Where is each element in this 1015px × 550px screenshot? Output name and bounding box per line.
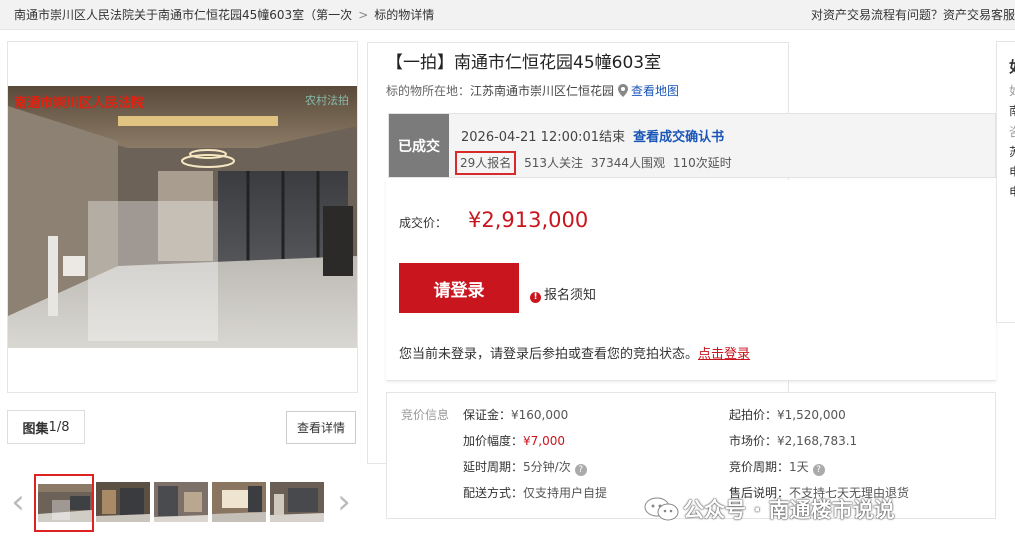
thumb-next-icon[interactable]: ›: [332, 484, 356, 520]
login-message: 您当前未登录，请登录后参拍或查看您的竞拍状态。点击登录: [399, 343, 750, 362]
main-photo[interactable]: 南通市崇川区人民法院 农村法拍: [8, 86, 357, 348]
top-bar: 南通市崇川区人民法院关于南通市仁恒花园45幢603室（第一次 > 标的物详情 对资产…: [0, 0, 1015, 30]
market-price-row: 市场价：¥2,168,783.1: [729, 432, 857, 449]
end-time: 2026-04-21 12:00:01结束 查看成交确认书: [461, 126, 724, 145]
breadcrumb: 南通市崇川区人民法院关于南通市仁恒花园45幢603室（第一次 > 标的物详情: [14, 6, 434, 23]
court-card-line: 电: [1009, 163, 1015, 180]
sale-price-value: ¥2,913,000: [468, 208, 589, 232]
listing-title: 【一拍】南通市仁恒花园45幢603室: [386, 53, 662, 73]
bid-period-label: 竞价周期：: [729, 460, 790, 474]
gallery-counter-label: 图集: [22, 421, 49, 437]
delay-period-label: 延时周期：: [463, 460, 524, 474]
breadcrumb-separator: >: [358, 8, 369, 22]
watermark-text: 公众号 · 南通楼市说说: [683, 498, 895, 522]
view-map-link[interactable]: 查看地图: [631, 84, 679, 98]
market-price-label: 市场价：: [729, 434, 778, 448]
sale-price-label: 成交价：: [399, 216, 448, 230]
deposit-value: ¥160,000: [511, 408, 569, 422]
viewers-count: 37344人围观: [590, 156, 666, 170]
start-price-label: 起拍价：: [729, 408, 778, 422]
court-card-line: 南: [1009, 102, 1015, 119]
alert-icon: !: [530, 292, 541, 303]
court-card-line: 电: [1009, 183, 1015, 200]
bid-period-value: 1天: [789, 460, 809, 474]
thumbnail-1[interactable]: [34, 474, 94, 532]
delivery-row: 配送方式：仅支持用户自提: [463, 484, 607, 501]
delivery-value: 仅支持用户自提: [523, 486, 608, 500]
increment-label: 加价幅度：: [463, 434, 524, 448]
delivery-label: 配送方式：: [463, 486, 524, 500]
court-card-line: 如: [1009, 82, 1015, 99]
court-card-heading: 如: [1009, 56, 1015, 77]
view-details-button[interactable]: 查看详情: [286, 411, 356, 444]
help-link[interactable]: 对资产交易流程有问题？资产交易客服: [811, 6, 1015, 23]
court-card-line: 苏: [1009, 143, 1015, 160]
login-button[interactable]: 请登录: [399, 263, 519, 313]
auction-stats: 29人报名 513人关注 37344人围观 110次延时: [455, 151, 732, 175]
end-time-text: 2026-04-21 12:00:01结束: [461, 130, 626, 145]
delay-period-row: 延时周期：5分钟/次?: [463, 458, 587, 476]
market-price-value: ¥2,168,783.1: [777, 434, 858, 448]
followers-count: 513人关注: [524, 156, 584, 170]
photo-watermark-logo: 农村法拍: [305, 94, 349, 107]
status-badge: 已成交: [389, 114, 449, 177]
start-price-row: 起拍价：¥1,520,000: [729, 406, 846, 423]
bid-period-row: 竞价周期：1天?: [729, 458, 825, 476]
gallery-counter-value: 1/8: [48, 419, 70, 435]
thumbnail-5[interactable]: [270, 482, 324, 522]
registered-count: 29人报名: [455, 151, 517, 175]
breadcrumb-item-detail: 标的物详情: [374, 8, 435, 22]
thumb-prev-icon[interactable]: ‹: [6, 484, 30, 520]
registration-notice-link[interactable]: ! 报名须知: [530, 284, 596, 303]
wechat-watermark: 公众号 · 南通楼市说说: [643, 494, 895, 524]
help-icon[interactable]: ?: [574, 464, 587, 476]
registration-notice-label: 报名须知: [544, 288, 597, 303]
bid-info-title: 竞价信息: [401, 408, 450, 422]
help-icon[interactable]: ?: [812, 464, 825, 476]
start-price-value: ¥1,520,000: [777, 408, 846, 422]
court-contact-card: 如 如 南 咨 苏 电 电: [996, 41, 1015, 323]
login-message-text: 您当前未登录，请登录后参拍或查看您的竞拍状态。: [399, 347, 699, 362]
court-card-line: 咨: [1009, 123, 1015, 140]
deposit-row: 保证金：¥160,000: [463, 406, 568, 423]
thumbnail-4[interactable]: [212, 482, 266, 522]
location-value: 江苏南通市崇川区仁恒花园: [470, 84, 615, 98]
auction-status-box: 已成交 2026-04-21 12:00:01结束 查看成交确认书 29人报名 5…: [388, 113, 996, 178]
thumbnail-2[interactable]: [96, 482, 150, 522]
increment-row: 加价幅度：¥7,000: [463, 432, 565, 449]
increment-value: ¥7,000: [523, 434, 566, 448]
click-login-link[interactable]: 点击登录: [698, 347, 750, 362]
sale-card: 成交价： ¥2,913,000 请登录 ! 报名须知 您当前未登录，请登录后参拍或…: [386, 180, 996, 381]
gallery: 南通市崇川区人民法院 农村法拍: [7, 41, 358, 393]
view-confirmation-link[interactable]: 查看成交确认书: [633, 130, 724, 145]
map-pin-icon: [618, 84, 629, 97]
breadcrumb-item-court[interactable]: 南通市崇川区人民法院关于南通市仁恒花园45幢603室（第一次: [14, 8, 352, 22]
deposit-label: 保证金：: [463, 408, 512, 422]
delays-count: 110次延时: [672, 156, 732, 170]
delay-period-value: 5分钟/次: [523, 460, 571, 474]
location-row: 标的物所在地：江苏南通市崇川区仁恒花园 查看地图: [386, 82, 679, 99]
location-label: 标的物所在地：: [386, 84, 471, 98]
photo-watermark-court: 南通市崇川区人民法院: [14, 96, 145, 111]
wechat-logo-icon: [644, 497, 679, 521]
thumbnail-3[interactable]: [154, 482, 208, 522]
gallery-counter: 图集 1/8: [7, 410, 85, 444]
